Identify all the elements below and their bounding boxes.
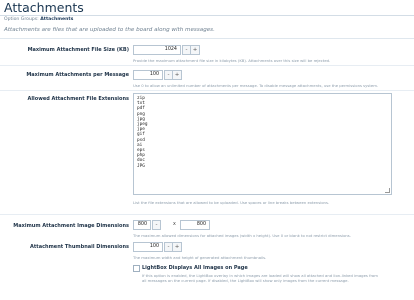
extension-item: JPG (137, 163, 145, 169)
image-height-spinner: 800 (180, 220, 210, 230)
extensions-explain: List the file extensions that are allowe… (133, 200, 330, 205)
max-file-size-input[interactable]: 1024 (133, 45, 181, 55)
max-file-size-label: Maximum Attachment File Size (KB) (27, 47, 129, 53)
thumbnail-increment-button[interactable]: + (173, 242, 182, 252)
max-file-size-increment-button[interactable]: + (191, 45, 200, 55)
max-per-message-spinner: 100 - + (133, 70, 182, 80)
image-height-input[interactable]: 800 (180, 220, 210, 230)
thumbnail-dimensions-spinner: 100 - + (133, 242, 182, 252)
thumbnail-decrement-button[interactable]: - (164, 242, 173, 252)
lightbox-checkbox[interactable] (133, 265, 140, 272)
row-divider (0, 65, 414, 66)
dimension-separator: x (173, 222, 176, 227)
thumbnail-dimensions-input[interactable]: 100 (133, 242, 163, 252)
image-width-spinner: 800 - (133, 220, 161, 230)
lightbox-explain-line: all messages on the current page. If dis… (142, 278, 349, 284)
page-intro: Attachments are files that are uploaded … (4, 27, 215, 33)
max-per-message-decrement-button[interactable]: - (164, 70, 173, 80)
extensions-textarea[interactable]: zip txt pdf png jpg jpeg jpe gif psd ai … (133, 93, 392, 195)
max-file-size-spinner: 1024 - + (133, 45, 200, 55)
row-divider (0, 90, 414, 91)
max-per-message-label: Maximum Attachments per Message (26, 72, 129, 78)
option-group-link[interactable]: Attachments (40, 17, 73, 22)
option-groups-prefix: Option Groups: (4, 17, 39, 22)
row-divider (0, 214, 414, 215)
max-file-size-decrement-button[interactable]: - (182, 45, 191, 55)
max-per-message-input[interactable]: 100 (133, 70, 163, 80)
extensions-label: Allowed Attachment File Extensions (27, 96, 129, 102)
max-file-size-explain: Provide the maximum attachment file size… (133, 58, 331, 63)
resize-grip-icon[interactable] (385, 188, 390, 193)
max-per-message-increment-button[interactable]: + (173, 70, 182, 80)
thumbnail-dimensions-explain: The maximum width and height of generate… (133, 255, 267, 260)
max-per-message-explain: Use 0 to allow an unlimited number of at… (133, 83, 379, 88)
image-dimensions-label: Maximum Attachment Image Dimensions (13, 223, 129, 229)
thumbnail-dimensions-label: Attachment Thumbnail Dimensions (30, 244, 129, 250)
image-width-decrement-button[interactable]: - (152, 220, 161, 230)
section-divider (0, 38, 414, 39)
title-divider (0, 15, 414, 16)
image-width-input[interactable]: 800 (133, 220, 151, 230)
image-dimensions-explain: The maximum allowed dimensions for attac… (133, 233, 351, 238)
page-title: Attachments (4, 0, 84, 15)
lightbox-explain: If this option is enabled, the LightBox … (142, 273, 378, 284)
lightbox-label[interactable]: LightBox Displays All Images on Page (142, 265, 248, 271)
option-groups-breadcrumb: Option Groups: Attachments (4, 17, 73, 22)
